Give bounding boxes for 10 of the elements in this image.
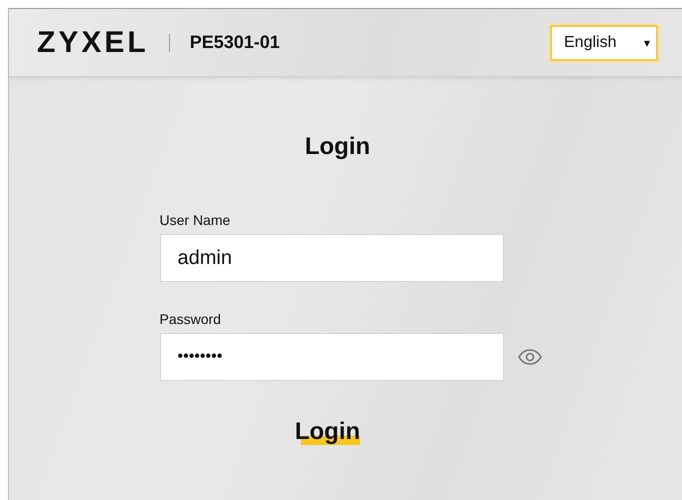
password-field[interactable]: •••••••• bbox=[160, 333, 504, 381]
field-label: User Name bbox=[160, 212, 232, 228]
page-title: Login bbox=[304, 133, 370, 161]
caret-icon: ▾ bbox=[644, 36, 650, 50]
field-label: Password bbox=[160, 311, 222, 327]
model-name: PE5301-01 bbox=[190, 32, 280, 53]
eye-icon[interactable] bbox=[518, 349, 542, 365]
username-field[interactable]: admin bbox=[160, 234, 504, 282]
brand-logo: ZYXEL bbox=[37, 26, 149, 60]
language-dropdown[interactable]: English ▾ bbox=[550, 24, 658, 60]
